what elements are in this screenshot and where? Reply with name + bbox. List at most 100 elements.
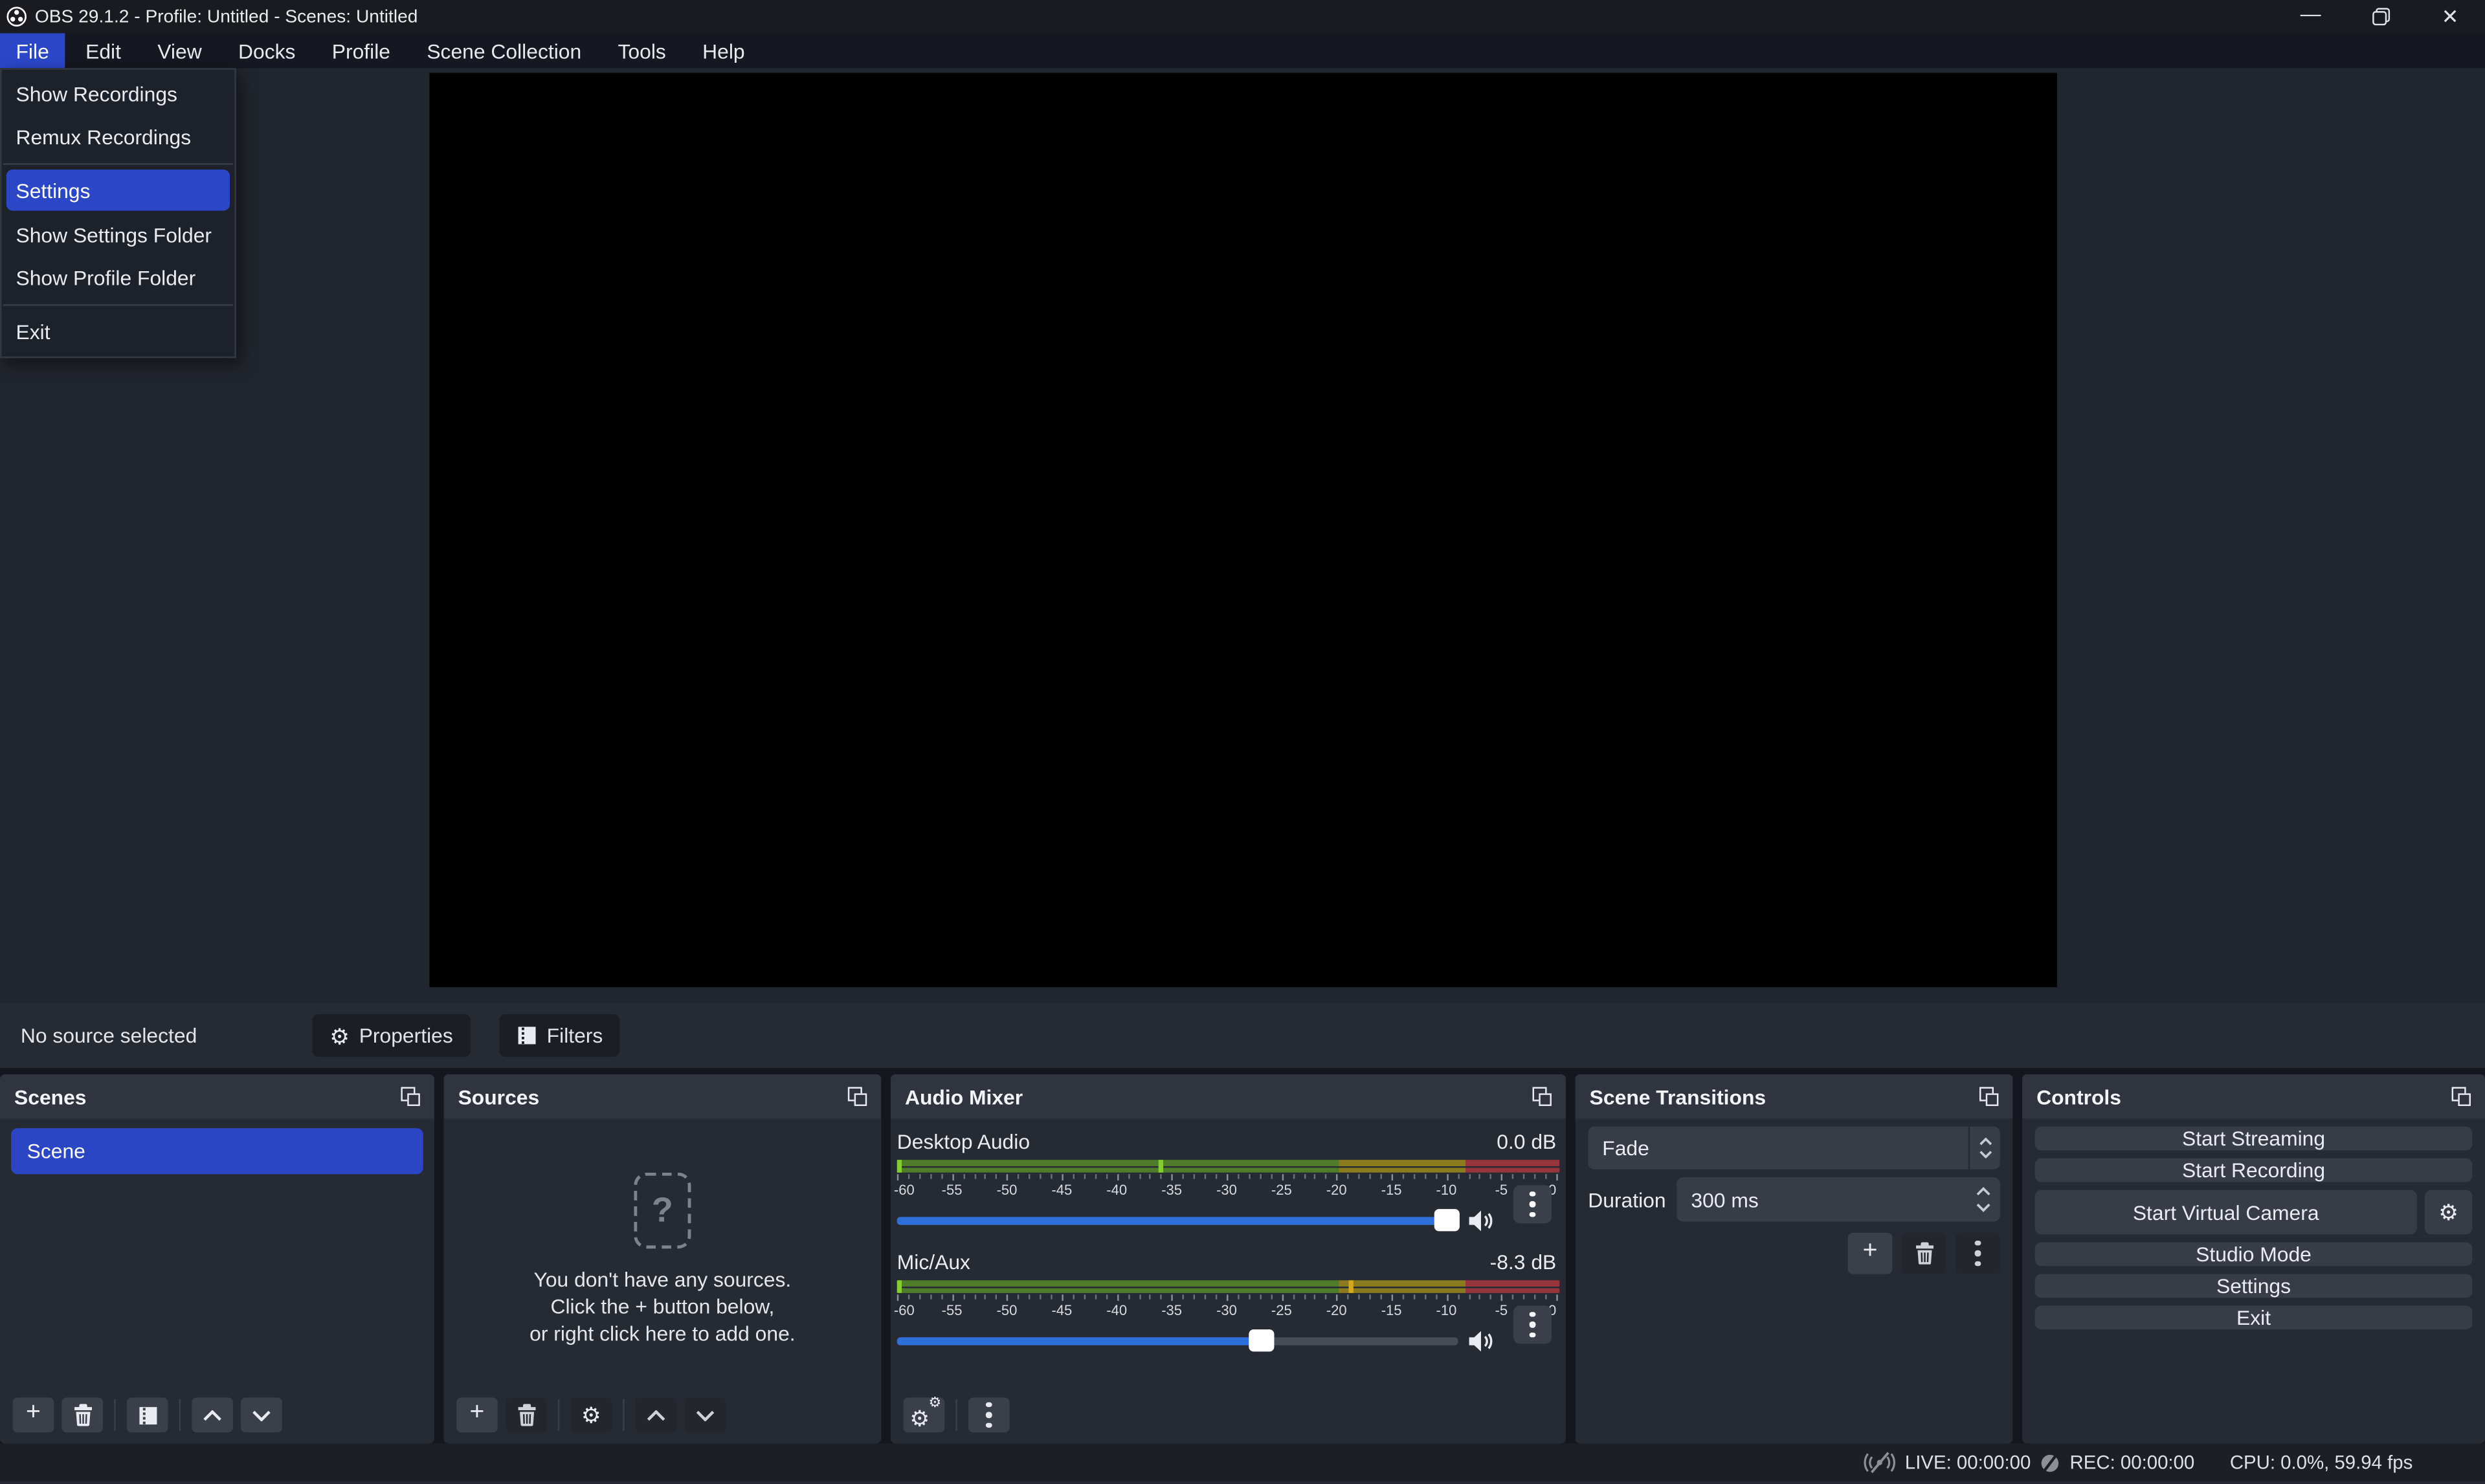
restore-button[interactable]	[2346, 0, 2416, 33]
menu-item-view[interactable]: View	[142, 33, 217, 68]
gear-icon: ⚙	[2438, 1201, 2458, 1223]
transition-select-value: Fade	[1602, 1136, 1649, 1160]
studio-mode-button[interactable]: Studio Mode	[2035, 1243, 2473, 1267]
transitions-toolbar: +	[1848, 1233, 2000, 1274]
scene-item-label: Scene	[27, 1139, 85, 1163]
exit-button[interactable]: Exit	[2035, 1305, 2473, 1329]
mixer-options-button[interactable]	[968, 1397, 1010, 1432]
spin-down-button[interactable]	[1976, 1202, 1990, 1212]
channel-name: Desktop Audio	[897, 1130, 1030, 1154]
menu-item-edit[interactable]: Edit	[70, 33, 137, 68]
sources-panel-header[interactable]: Sources	[444, 1074, 882, 1119]
chevron-down-icon	[696, 1410, 715, 1421]
window-controls: — ✕	[2276, 0, 2485, 33]
transitions-panel-header[interactable]: Scene Transitions	[1576, 1074, 2013, 1119]
move-source-up-button[interactable]	[636, 1397, 677, 1432]
file-menu-show-recordings[interactable]: Show Recordings	[1, 73, 234, 116]
menu-item-scene-collection[interactable]: Scene Collection	[411, 33, 597, 68]
chevron-up-icon	[1979, 1138, 1992, 1146]
start-recording-button[interactable]: Start Recording	[2035, 1158, 2473, 1182]
controls-panel-header[interactable]: Controls	[2022, 1074, 2485, 1119]
slider-fill	[897, 1337, 1273, 1345]
filter-icon	[517, 1025, 537, 1046]
meter-level-marker	[897, 1160, 902, 1173]
transition-options-button[interactable]	[1956, 1233, 2000, 1274]
obs-logo-icon	[6, 6, 27, 27]
move-scene-down-button[interactable]	[241, 1397, 282, 1432]
trash-icon	[72, 1404, 93, 1426]
rec-status: REC: 00:00:00	[2040, 1443, 2194, 1481]
properties-button-label: Properties	[359, 1024, 453, 1048]
settings-button[interactable]: Settings	[2035, 1274, 2473, 1298]
duration-spinbox[interactable]: 300 ms	[1677, 1177, 2000, 1222]
remove-source-button[interactable]	[506, 1397, 547, 1432]
close-button[interactable]: ✕	[2415, 0, 2485, 33]
properties-button[interactable]: ⚙ Properties	[312, 1014, 470, 1057]
file-menu-show-profile-folder[interactable]: Show Profile Folder	[1, 257, 234, 300]
scenes-panel-header[interactable]: Scenes	[0, 1074, 434, 1119]
file-menu-exit[interactable]: Exit	[1, 311, 234, 353]
slider-fill	[897, 1217, 1458, 1224]
cpu-fps-label: CPU: 0.0%, 59.94 fps	[2230, 1452, 2413, 1474]
menu-item-help[interactable]: Help	[687, 33, 761, 68]
meter-scale-labels: -60-55-50-45-40-35-30-25-20-15-10-50	[897, 1303, 1557, 1318]
start-streaming-button[interactable]: Start Streaming	[2035, 1127, 2473, 1151]
sources-empty-state[interactable]: ? You don't have any sources. Click the …	[444, 1173, 882, 1347]
file-menu-show-settings-folder[interactable]: Show Settings Folder	[1, 214, 234, 257]
menu-item-tools[interactable]: Tools	[602, 33, 682, 68]
add-source-button[interactable]: +	[456, 1397, 498, 1432]
add-transition-button[interactable]: +	[1848, 1233, 1893, 1274]
meter-scale-labels: -60-55-50-45-40-35-30-25-20-15-10-50	[897, 1182, 1557, 1197]
trash-icon	[1913, 1243, 1934, 1265]
rec-time-label: REC: 00:00:00	[2070, 1452, 2195, 1474]
scene-transitions-panel: Scene Transitions Fade Duration 300 ms	[1576, 1074, 2013, 1443]
file-menu-settings[interactable]: Settings	[6, 170, 230, 211]
advanced-audio-properties-button[interactable]: ⚙⚙	[904, 1397, 945, 1432]
scene-filters-button[interactable]	[127, 1397, 168, 1432]
menu-item-docks[interactable]: Docks	[223, 33, 311, 68]
source-properties-button[interactable]: ⚙	[570, 1397, 612, 1432]
minimize-button[interactable]: —	[2276, 0, 2346, 33]
speaker-icon[interactable]	[1467, 1329, 1495, 1353]
transition-select[interactable]: Fade	[1588, 1127, 2000, 1169]
channel-options-button[interactable]	[1513, 1185, 1552, 1223]
slider-handle[interactable]	[1249, 1329, 1275, 1351]
volume-slider[interactable]	[897, 1322, 1458, 1360]
live-status: LIVE: 00:00:00	[1864, 1443, 2031, 1481]
popout-icon	[1533, 1087, 1552, 1106]
start-virtual-camera-button[interactable]: Start Virtual Camera	[2035, 1190, 2417, 1235]
speaker-icon[interactable]	[1467, 1208, 1495, 1232]
meter-peak-marker	[1350, 1280, 1354, 1293]
remove-transition-button[interactable]	[1902, 1233, 1946, 1274]
toolbar-separator	[955, 1399, 957, 1431]
file-menu-remux-recordings[interactable]: Remux Recordings	[1, 116, 234, 159]
transition-select-arrows[interactable]	[1968, 1127, 2000, 1169]
scenes-toolbar: +	[13, 1397, 282, 1432]
remove-scene-button[interactable]	[61, 1397, 103, 1432]
channel-name: Mic/Aux	[897, 1250, 970, 1274]
menu-item-file[interactable]: File	[0, 33, 65, 68]
volume-slider[interactable]	[897, 1201, 1458, 1239]
no-source-selected-label: No source selected	[21, 1003, 197, 1068]
add-scene-button[interactable]: +	[13, 1397, 54, 1432]
move-source-down-button[interactable]	[685, 1397, 726, 1432]
slider-handle[interactable]	[1434, 1209, 1460, 1231]
scenes-panel-title: Scenes	[14, 1085, 87, 1109]
audio-mixer-panel-header[interactable]: Audio Mixer	[891, 1074, 1566, 1119]
scene-list-item[interactable]: Scene	[11, 1128, 423, 1174]
menu-item-profile[interactable]: Profile	[316, 33, 406, 68]
file-dropdown-menu: Show Recordings Remux Recordings Setting…	[0, 68, 236, 358]
chevron-up-icon	[647, 1410, 665, 1421]
restore-icon	[2372, 8, 2389, 25]
plus-icon: +	[470, 1401, 485, 1426]
chevron-up-icon	[203, 1410, 221, 1421]
spin-up-button[interactable]	[1976, 1187, 1990, 1197]
channel-options-button[interactable]	[1513, 1305, 1552, 1344]
preview-canvas[interactable]	[430, 73, 2057, 988]
virtual-camera-settings-button[interactable]: ⚙	[2425, 1190, 2472, 1235]
filters-button[interactable]: Filters	[499, 1014, 620, 1057]
controls-panel: Controls Start Streaming Start Recording…	[2022, 1074, 2485, 1443]
filter-icon	[137, 1404, 158, 1425]
move-scene-up-button[interactable]	[192, 1397, 233, 1432]
toolbar-separator	[114, 1399, 115, 1431]
